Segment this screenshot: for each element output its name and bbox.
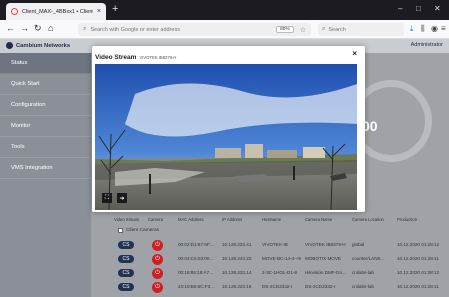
- admin-menu[interactable]: Administrator: [411, 42, 443, 48]
- ip-cell: 10.128.223.16: [222, 284, 252, 289]
- maximize-button[interactable]: □: [416, 4, 421, 13]
- home-icon[interactable]: ⌂: [48, 23, 53, 33]
- download-icon[interactable]: ⤓: [410, 24, 414, 34]
- video-stream-button[interactable]: CS: [118, 255, 134, 263]
- sidebar-item-configuration[interactable]: Configuration: [0, 95, 91, 116]
- location-cell: global: [352, 242, 365, 247]
- brand: Cambium Networks: [6, 42, 70, 49]
- location-cell: cnilabs-lab: [352, 284, 374, 289]
- camera-name-cell: VIVOTEK IB8379-H: [305, 242, 346, 247]
- search-icon: ⌕: [83, 26, 87, 32]
- bookmark-star-icon[interactable]: ☆: [300, 26, 306, 34]
- column-header: Camera Location: [352, 217, 384, 222]
- column-header: Video Stream: [114, 217, 140, 222]
- modal-title-text: Video Stream: [95, 54, 137, 61]
- date-cell: 10.12.2020 01:28:11: [397, 284, 439, 289]
- date-cell: 10.12.2020 01:28:11: [397, 256, 439, 261]
- back-icon[interactable]: ←: [6, 23, 15, 33]
- table-row: CS ⏻ 00:18:85:18:A7... 10.128.223.14 2-3…: [91, 266, 449, 281]
- table-row: CS ⏻ 00:03:C5:03:00... 10.128.223.20 MOV…: [91, 252, 449, 267]
- brand-name: Cambium Networks: [16, 42, 71, 49]
- column-header: Hostname: [262, 217, 282, 222]
- mac-cell: 00:02:D1:87:6F:...: [178, 242, 215, 247]
- snapshot-icon[interactable]: ➜: [117, 193, 127, 203]
- camera-name-cell: DS-2CD2332-I: [305, 284, 336, 289]
- column-header: Production: [397, 217, 418, 222]
- new-tab-button[interactable]: +: [112, 3, 118, 15]
- mac-cell: 00:18:85:18:A7...: [178, 270, 213, 275]
- close-window-button[interactable]: ✕: [434, 4, 441, 13]
- cambium-logo-icon: [6, 42, 13, 49]
- menu-icon[interactable]: ≡: [441, 24, 446, 33]
- camera-power-icon[interactable]: ⏻: [152, 282, 163, 293]
- client-cameras-checkbox[interactable]: [118, 228, 123, 233]
- video-stream-modal: Video Stream VIVOTEK IB8379-H × ⛶ ➜: [92, 46, 365, 212]
- mac-cell: 44:19:B6:5C:F3...: [178, 284, 215, 289]
- sidebar: Status Quick Start Configuration Monitor…: [0, 53, 91, 297]
- address-input[interactable]: Search with Google or enter address: [90, 27, 276, 33]
- client-cameras-toggle[interactable]: Client Cameras: [118, 228, 159, 233]
- video-stream-button[interactable]: CS: [118, 283, 134, 291]
- hostname-cell: MOVE-BC-14-4-+9: [262, 256, 301, 261]
- video-stream-button[interactable]: CS: [118, 241, 134, 249]
- video-frame: [95, 64, 357, 210]
- zoom-indicator[interactable]: 80%: [276, 26, 294, 33]
- location-cell: counter/LAN8...: [352, 256, 384, 261]
- video-stream[interactable]: ⛶ ➜: [95, 64, 357, 210]
- tab-title: Client_MAX-_4BBxx1 • Client: [22, 8, 93, 15]
- table-row: CS ⏻ 00:02:D1:87:6F:... 10.128.223.41 VI…: [91, 238, 449, 253]
- search-input[interactable]: Search: [328, 27, 345, 33]
- camera-power-icon[interactable]: ⏻: [152, 240, 163, 251]
- hostname-cell: DS-2CD2332-I: [262, 284, 293, 289]
- search-icon: ⌕: [322, 26, 326, 32]
- modal-close-button[interactable]: ×: [352, 49, 357, 58]
- browser-tab[interactable]: Client_MAX-_4BBxx1 • Client ×: [6, 3, 106, 20]
- reload-icon[interactable]: ↻: [34, 23, 42, 34]
- column-header: IP Address: [222, 217, 243, 222]
- forward-icon[interactable]: →: [20, 23, 29, 33]
- table-row: CS ⏻ 44:19:B6:5C:F3... 10.128.223.16 DS-…: [91, 280, 449, 295]
- location-cell: cnilabs-lab: [352, 270, 374, 275]
- tab-close-icon[interactable]: ×: [97, 8, 101, 15]
- sidebar-item-vms-integration[interactable]: VMS Integration: [0, 158, 91, 179]
- column-header: Camera: [148, 217, 163, 222]
- fullscreen-icon[interactable]: ⛶: [102, 193, 112, 203]
- sidebar-item-quick-start[interactable]: Quick Start: [0, 74, 91, 95]
- sidebar-item-status[interactable]: Status: [0, 53, 91, 74]
- minimize-button[interactable]: –: [398, 4, 402, 13]
- date-cell: 10.12.2020 01:28:12: [397, 270, 440, 275]
- column-header: Camera Name: [305, 217, 333, 222]
- favicon-icon: [11, 8, 18, 15]
- date-cell: 10.12.2020 01:28:12: [397, 242, 440, 247]
- sidebar-item-monitor[interactable]: Monitor: [0, 116, 91, 137]
- modal-title: Video Stream VIVOTEK IB8379-H: [95, 54, 176, 61]
- modal-subtitle: VIVOTEK IB8379-H: [139, 55, 177, 60]
- camera-power-icon[interactable]: ⏻: [152, 254, 163, 265]
- address-bar[interactable]: ⌕ Search with Google or enter address 80…: [78, 23, 311, 36]
- column-header: MAC Address: [178, 217, 204, 222]
- video-stream-button[interactable]: CS: [118, 269, 134, 277]
- hostname-cell: VIVOTEK-IB: [262, 242, 288, 247]
- camera-name-cell: Hikvision DMF-Do...: [305, 270, 346, 275]
- account-icon[interactable]: ◉: [431, 24, 438, 33]
- sidebar-item-tools[interactable]: Tools: [0, 137, 91, 158]
- client-cameras-label: Client Cameras: [126, 228, 160, 233]
- library-icon[interactable]: ⫼: [421, 24, 425, 34]
- search-bar[interactable]: ⌕ Search: [318, 23, 404, 36]
- ip-cell: 10.128.223.41: [222, 242, 252, 247]
- ip-cell: 10.128.223.20: [222, 256, 252, 261]
- browser-tab-bar: Client_MAX-_4BBxx1 • Client × + – □ ✕: [0, 0, 449, 20]
- hostname-cell: 2-3C-1HOL-D1-8: [262, 270, 297, 275]
- mac-cell: 00:03:C5:03:00...: [178, 256, 214, 261]
- camera-name-cell: MOBOTIX MOVE: [305, 256, 341, 261]
- browser-nav-bar: ← → ↻ ⌂ ⌕ Search with Google or enter ad…: [0, 20, 449, 39]
- ip-cell: 10.128.223.14: [222, 270, 252, 275]
- camera-power-icon[interactable]: ⏻: [152, 268, 163, 279]
